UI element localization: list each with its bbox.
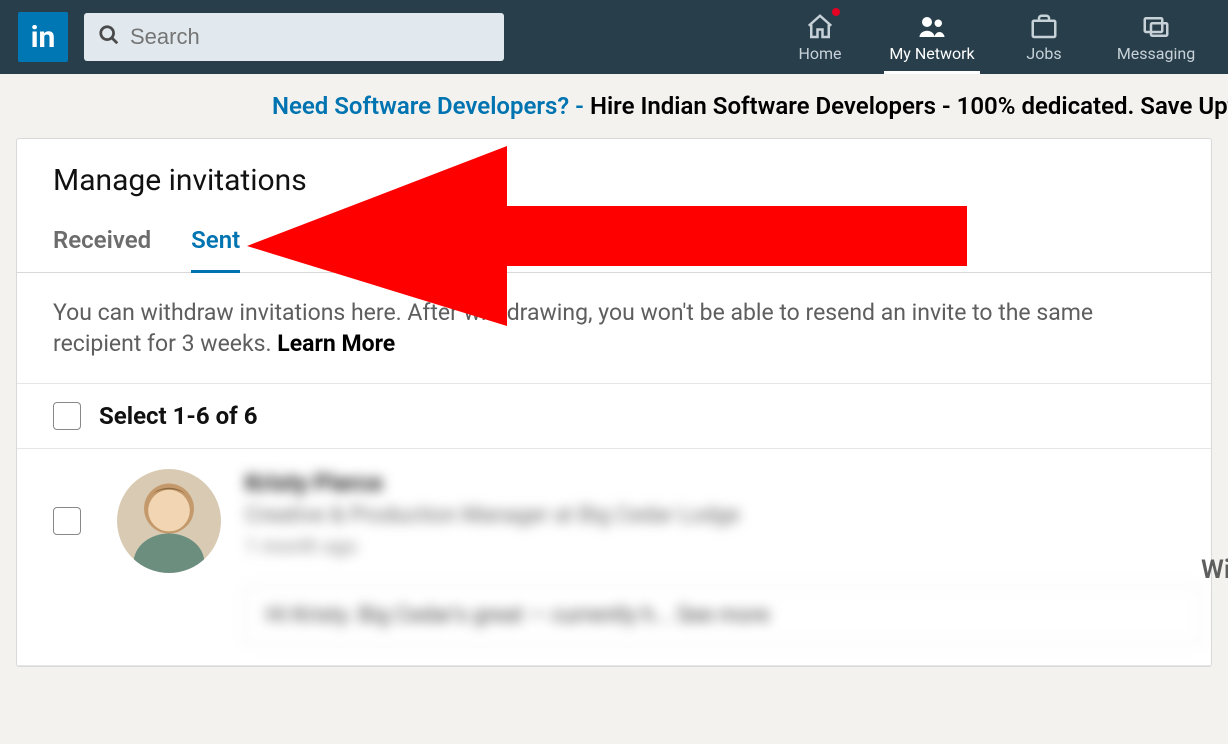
nav-label: My Network — [889, 44, 974, 63]
search-bar[interactable] — [84, 13, 504, 61]
info-text-row: You can withdraw invitations here. After… — [17, 273, 1211, 384]
select-all-row: Select 1-6 of 6 — [17, 384, 1211, 449]
tab-sent[interactable]: Sent — [191, 226, 240, 273]
withdraw-button[interactable]: Withdraw — [1201, 529, 1228, 585]
home-icon — [805, 12, 835, 42]
nav-my-network[interactable]: My Network — [876, 0, 988, 74]
messaging-icon — [1141, 12, 1171, 42]
linkedin-logo[interactable]: in — [18, 12, 68, 62]
tab-received[interactable]: Received — [53, 226, 151, 272]
ad-link-text: Need Software Developers? - — [272, 92, 590, 120]
avatar[interactable] — [117, 469, 221, 573]
invitation-message[interactable]: Hi Kristy. Big Cedar's great — currently… — [245, 586, 1201, 645]
nav-label: Messaging — [1117, 44, 1195, 63]
nav-messaging[interactable]: Messaging — [1100, 0, 1212, 74]
search-icon — [98, 24, 120, 50]
invitation-body: Kristy Pierce Creative & Production Mana… — [245, 469, 1201, 645]
nav-home[interactable]: Home — [764, 0, 876, 74]
briefcase-icon — [1029, 12, 1059, 42]
search-input[interactable] — [130, 24, 490, 50]
tabs: Received Sent — [17, 206, 1211, 273]
nav-label: Jobs — [1026, 44, 1061, 63]
learn-more-link[interactable]: Learn More — [277, 330, 395, 357]
page-title: Manage invitations — [53, 163, 1175, 198]
invitation-name[interactable]: Kristy Pierce — [245, 469, 1201, 497]
nav-jobs[interactable]: Jobs — [988, 0, 1100, 74]
nav-items: Home My Network Jobs Messaging — [764, 0, 1212, 74]
select-all-checkbox[interactable] — [53, 402, 81, 430]
ad-banner[interactable]: Need Software Developers? - Hire Indian … — [0, 74, 1228, 138]
people-icon — [917, 12, 947, 42]
info-text: You can withdraw invitations here. After… — [53, 299, 1093, 357]
notification-dot-icon — [830, 6, 842, 18]
ad-rest-text: Hire Indian Software Developers - 100% d… — [590, 92, 1228, 120]
nav-label: Home — [798, 44, 841, 63]
card-header: Manage invitations — [17, 139, 1211, 206]
invitation-desc: Creative & Production Manager at Big Ced… — [245, 503, 1201, 528]
row-checkbox[interactable] — [53, 507, 81, 535]
invitation-time: 1 month ago — [245, 534, 1201, 558]
invitation-row: Kristy Pierce Creative & Production Mana… — [17, 449, 1211, 666]
manage-invitations-card: Manage invitations Received Sent You can… — [16, 138, 1212, 667]
top-nav: in Home My Network Jobs — [0, 0, 1228, 74]
select-all-label: Select 1-6 of 6 — [99, 402, 257, 430]
